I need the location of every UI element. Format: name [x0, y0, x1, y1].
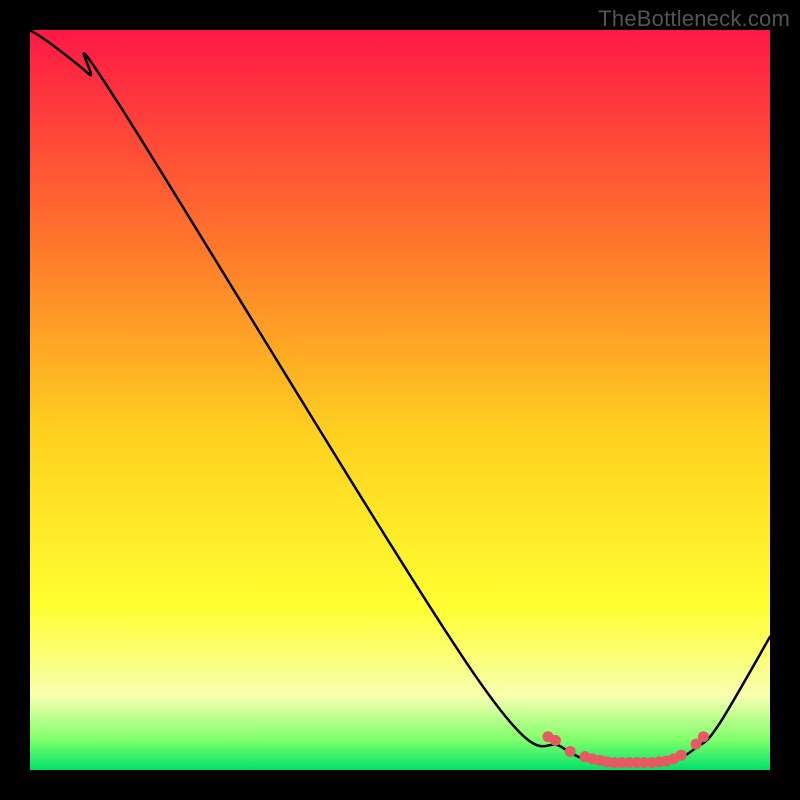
watermark-text: TheBottleneck.com [598, 6, 790, 32]
chart-stage: TheBottleneck.com [0, 0, 800, 800]
curve-marker [698, 731, 709, 742]
curve-marker [550, 735, 561, 746]
plot-area [30, 30, 770, 770]
curve-marker [676, 750, 687, 761]
chart-svg [30, 30, 770, 770]
curve-marker [565, 746, 576, 757]
